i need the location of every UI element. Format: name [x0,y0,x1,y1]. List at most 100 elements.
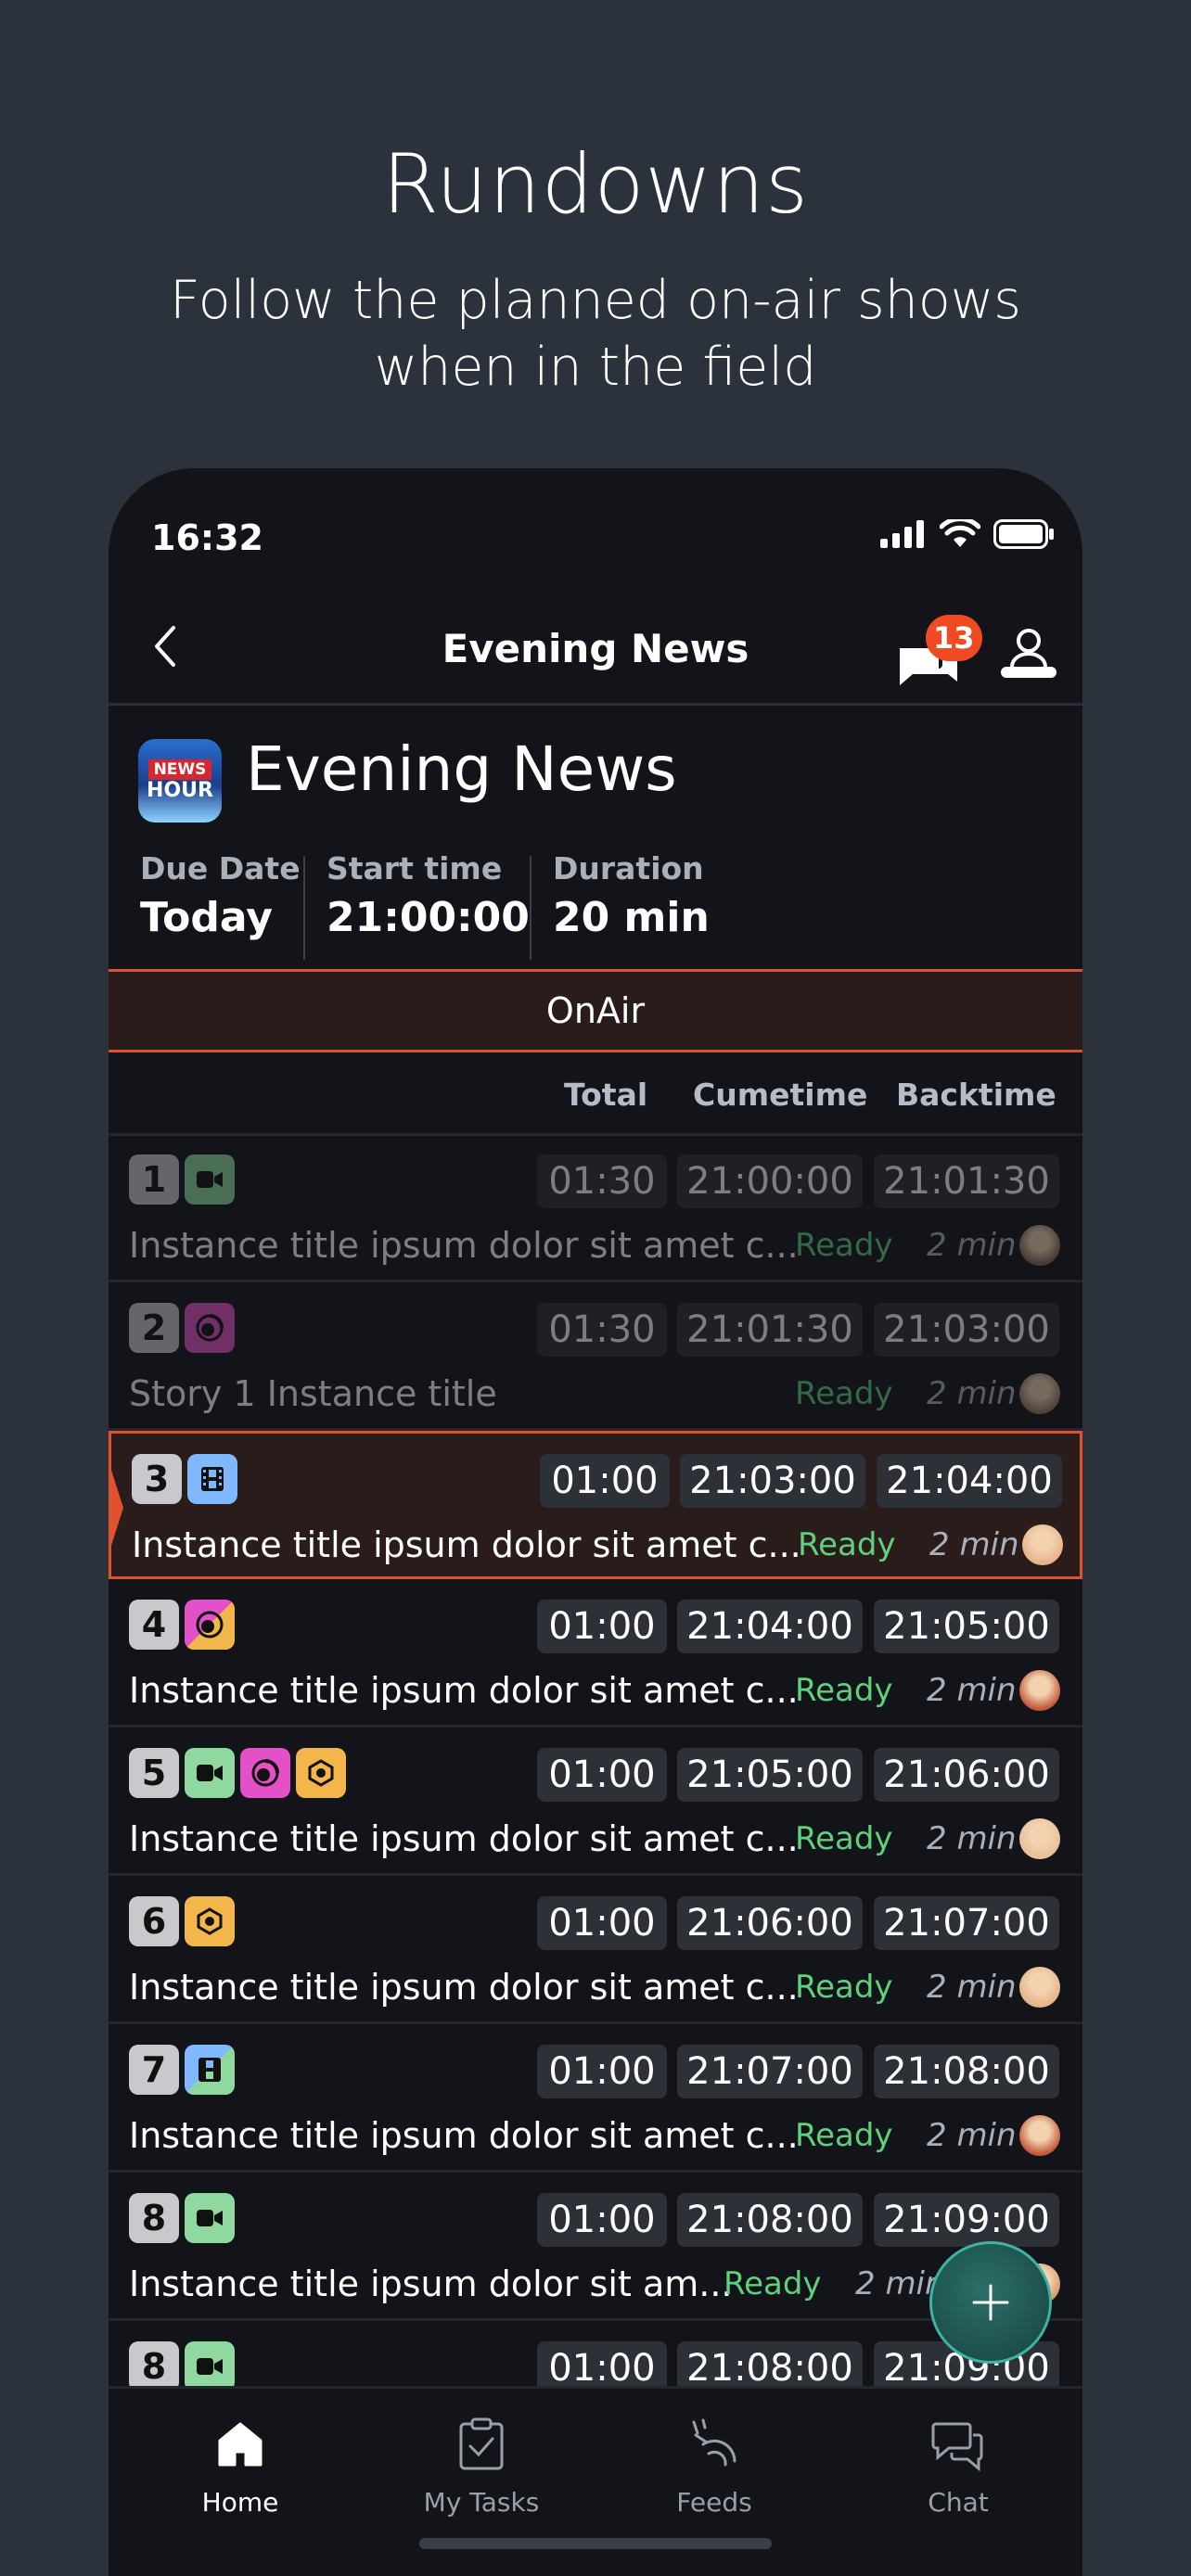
row-number: 1 [129,1154,179,1205]
camera-icon [185,2341,235,2391]
phone-screen: 16:32 Evening News 13 NEWS HOUR Evening … [109,468,1082,2576]
tasks-icon [389,2407,574,2481]
avatar[interactable] [1019,1818,1060,1859]
column-total: Total [564,1077,648,1113]
avatar[interactable] [1019,1225,1060,1266]
total-time: 01:30 [537,1154,667,1208]
nav-bar: Evening News 13 [109,589,1082,706]
rundown-row[interactable]: 4 01:00 21:04:00 21:05:00 Instance title ips… [109,1579,1082,1728]
add-button[interactable] [929,2241,1052,2364]
row-duration: 2 min [929,1526,1019,1563]
row-icons: 5 [129,1748,346,1798]
total-time: 01:00 [537,1600,667,1653]
wifi-icon [940,519,980,547]
row-icons: 3 [132,1454,237,1504]
row-status: Ready [795,1672,893,1709]
total-time: 01:00 [540,1454,670,1508]
row-icons: 1 [129,1154,235,1205]
row-number: 4 [129,1600,179,1650]
rundown-row[interactable]: 3 01:00 21:03:00 21:04:00 Instance title ips… [109,1431,1082,1579]
tab-chat-label: Chat [928,2487,989,2518]
back-time: 21:06:00 [874,1748,1059,1802]
rundown-row[interactable]: 2 01:30 21:01:30 21:03:00 Story 1 Instance t… [109,1282,1082,1431]
promo-subtitle: Follow the planned on-air shows when in … [132,267,1059,401]
rundown-row[interactable]: 5 01:00 21:05:00 21:06:00 Instance title ips… [109,1728,1082,1876]
rundown-row[interactable]: 6 01:00 21:06:00 21:07:00 Instance title ips… [109,1876,1082,2024]
row-duration: 2 min [927,1375,1017,1412]
column-headers: Total Cumetime Backtime [109,1052,1082,1136]
onair-label: OnAir [545,990,646,1031]
rundown-row-content: 6 01:00 21:06:00 21:07:00 Instance title ips… [109,1876,1082,2021]
avatar[interactable] [1019,1670,1060,1711]
rundown-row-content: 2 01:30 21:01:30 21:03:00 Story 1 Instance t… [109,1282,1082,1428]
row-status: Ready [798,1526,896,1563]
duration-label: Duration [553,850,704,886]
tab-home[interactable]: Home [147,2407,333,2518]
show-logo: NEWS HOUR [138,739,222,823]
row-number: 8 [129,2341,179,2391]
row-title: Instance title ipsum dolor sit amet c... [129,1225,799,1266]
cume-time: 21:04:00 [677,1600,863,1653]
meta-divider [303,856,305,960]
back-time: 21:03:00 [874,1303,1059,1357]
duration-value: 20 min [553,894,710,941]
row-status: Ready [795,1375,893,1412]
start-time-value: 21:00:00 [327,894,530,941]
row-status: Ready [724,2265,822,2302]
row-number: 7 [129,2045,179,2095]
rundown-row-content: 3 01:00 21:03:00 21:04:00 Instance title ips… [111,1434,1080,1576]
row-title: Instance title ipsum dolor sit amet c... [132,1524,801,1565]
column-backtime: Backtime [896,1077,1057,1113]
row-duration: 2 min [927,1820,1017,1857]
row-icons: 4 [129,1600,235,1650]
status-time: 16:32 [151,517,263,558]
onair-bar[interactable]: OnAir [109,969,1082,1052]
total-time: 01:30 [537,1303,667,1357]
film-icon [187,1454,237,1504]
tab-chat[interactable]: Chat [865,2407,1051,2518]
audio-icon [240,1748,290,1798]
avatar[interactable] [1019,1967,1060,2008]
rundown-row-content: 4 01:00 21:04:00 21:05:00 Instance title ips… [109,1579,1082,1725]
total-time: 01:00 [537,2045,667,2098]
rundown-row-content: 5 01:00 21:05:00 21:06:00 Instance title ips… [109,1728,1082,1873]
row-number: 8 [129,2193,179,2243]
user-icon [1001,629,1057,678]
due-date-value: Today [140,894,273,941]
plus-icon [972,2284,1009,2321]
camera-icon [185,2193,235,2243]
rundown-row[interactable]: 7 01:00 21:07:00 21:08:00 Instance title ips… [109,2024,1082,2173]
start-time: Start time 21:00:00 [327,850,530,952]
row-number: 2 [129,1303,179,1353]
audio-graphic-icon [185,1600,235,1650]
status-icons [880,519,1055,549]
tab-my-tasks-label: My Tasks [423,2487,540,2518]
camera-icon [185,1154,235,1205]
tab-feeds-label: Feeds [676,2487,752,2518]
row-icons: 8 [129,2341,235,2391]
tab-feeds[interactable]: Feeds [621,2407,807,2518]
camera-icon [185,1748,235,1798]
avatar[interactable] [1022,1524,1063,1565]
messages-button[interactable]: 13 [892,615,982,698]
show-title: Evening News [246,733,677,805]
total-time: 01:00 [537,2193,667,2247]
cume-time: 21:00:00 [677,1154,863,1208]
audio-icon [185,1303,235,1353]
row-icons: 8 [129,2193,235,2243]
back-time: 21:05:00 [874,1600,1059,1653]
rundown-row[interactable]: 1 01:30 21:00:00 21:01:30 Instance title ips… [109,1134,1082,1282]
row-icons: 2 [129,1303,235,1353]
avatar[interactable] [1019,2115,1060,2156]
graphic-icon [296,1748,346,1798]
total-time: 01:00 [537,1748,667,1802]
rundown-row-content: 7 01:00 21:07:00 21:08:00 Instance title ips… [109,2024,1082,2170]
row-title: Instance title ipsum dolor sit am... [129,2264,733,2304]
avatar[interactable] [1019,1373,1060,1414]
user-profile-button[interactable] [999,626,1064,691]
feeds-icon [621,2407,807,2481]
back-time: 21:08:00 [874,2045,1059,2098]
cume-time: 21:07:00 [677,2045,863,2098]
row-number: 6 [129,1896,179,1946]
tab-my-tasks[interactable]: My Tasks [389,2407,574,2518]
